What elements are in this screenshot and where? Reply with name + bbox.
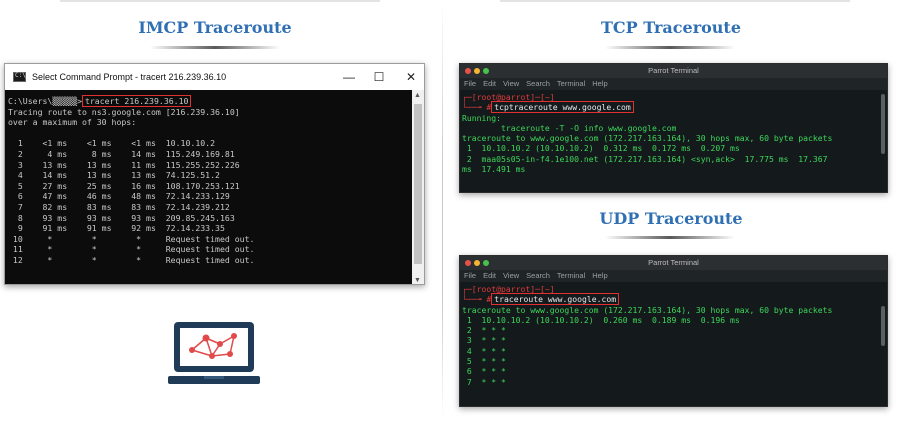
cmd-command-highlight: tracert 216.239.36.10 bbox=[81, 95, 192, 107]
cmd-output-line: 10 * * * Request timed out. bbox=[8, 233, 255, 244]
udp-prompt-arrow: └──╼ # bbox=[462, 294, 492, 305]
menu-view[interactable]: View bbox=[503, 79, 519, 88]
menu-terminal[interactable]: Terminal bbox=[557, 271, 585, 280]
cmd-output-line: 11 * * * Request timed out. bbox=[8, 244, 255, 255]
cmd-output-line: 12 * * * Request timed out. bbox=[8, 254, 255, 265]
cmd-output-line: 1 <1 ms <1 ms <1 ms 10.10.10.2 bbox=[8, 138, 216, 149]
center-divider bbox=[442, 0, 443, 421]
cmd-output-line: 7 82 ms 83 ms 83 ms 72.14.239.212 bbox=[8, 201, 230, 212]
tcp-heading-underline bbox=[605, 46, 735, 49]
tcp-terminal-title: Parrot Terminal bbox=[648, 66, 699, 75]
cmd-prompt: C:\Users\▒▒▒▒▒> bbox=[8, 96, 82, 106]
tcp-terminal-titlebar[interactable]: Parrot Terminal bbox=[460, 64, 887, 78]
cmd-prompt-line: C:\Users\▒▒▒▒▒> tracert 216.239.36.10 bbox=[8, 95, 414, 107]
udp-terminal-title: Parrot Terminal bbox=[648, 258, 699, 267]
cmd-output-line: 4 14 ms 13 ms 13 ms 74.125.51.2 bbox=[8, 170, 220, 181]
udp-terminal-output[interactable]: ┌─[root@parrot]─[~] └──╼ # traceroute www.… bbox=[460, 282, 887, 406]
tcp-command-line: └──╼ # tcptraceroute www.google.com bbox=[462, 101, 887, 114]
tcp-prompt-arrow: └──╼ # bbox=[462, 102, 492, 113]
menu-terminal[interactable]: Terminal bbox=[557, 79, 585, 88]
laptop-network-icon bbox=[168, 320, 260, 392]
udp-command-highlight: traceroute www.google.com bbox=[491, 293, 620, 306]
cmd-output-line bbox=[8, 128, 414, 139]
scrollbar-thumb[interactable] bbox=[414, 104, 422, 264]
tcp-output-line: 1 10.10.10.2 (10.10.10.2) 0.312 ms 0.172… bbox=[462, 143, 740, 154]
udp-output-line: 3 * * * bbox=[462, 335, 506, 346]
udp-heading: UDP Traceroute bbox=[599, 209, 743, 228]
window-minimize-icon[interactable]: — bbox=[339, 68, 359, 86]
tcp-output-lines: Running: traceroute -T -O info www.googl… bbox=[462, 113, 887, 175]
cmd-output[interactable]: C:\Users\▒▒▒▒▒> tracert 216.239.36.10 Trac… bbox=[5, 90, 414, 284]
tcp-command-highlight: tcptraceroute www.google.com bbox=[491, 101, 634, 114]
udp-output-line: 5 * * * bbox=[462, 356, 506, 367]
tcp-parrot-terminal[interactable]: Parrot Terminal File Edit View Search Termin… bbox=[459, 63, 888, 193]
menu-edit[interactable]: Edit bbox=[483, 79, 496, 88]
menu-search[interactable]: Search bbox=[526, 271, 550, 280]
cmd-output-lines: Tracing route to ns3.google.com [216.239… bbox=[8, 107, 414, 266]
udp-output-line: 6 * * * bbox=[462, 366, 506, 377]
window-close-icon[interactable]: ✕ bbox=[401, 68, 421, 86]
cmd-output-line: 3 13 ms 13 ms 11 ms 115.255.252.226 bbox=[8, 159, 240, 170]
tcp-heading: TCP Traceroute bbox=[600, 18, 741, 37]
window-maximize-icon[interactable]: ☐ bbox=[369, 68, 389, 86]
cmd-output-line: over a maximum of 30 hops: bbox=[8, 117, 137, 128]
udp-terminal-scrollbar[interactable] bbox=[881, 306, 885, 346]
menu-edit[interactable]: Edit bbox=[483, 271, 496, 280]
cmd-titlebar[interactable]: C:\ Select Command Prompt - tracert 216.… bbox=[5, 64, 424, 90]
cmd-window-title: Select Command Prompt - tracert 216.239.… bbox=[32, 72, 227, 82]
udp-terminal-menubar: File Edit View Search Terminal Help bbox=[460, 270, 887, 282]
udp-parrot-terminal[interactable]: Parrot Terminal File Edit View Search Termin… bbox=[459, 255, 888, 407]
menu-view[interactable]: View bbox=[503, 271, 519, 280]
command-prompt-window[interactable]: C:\ Select Command Prompt - tracert 216.… bbox=[4, 63, 425, 285]
udp-output-line: 7 * * * bbox=[462, 376, 506, 387]
udp-command-line: └──╼ # traceroute www.google.com bbox=[462, 293, 887, 306]
top-rule-right bbox=[500, 0, 850, 2]
tcp-output-line: Running: bbox=[462, 112, 501, 123]
menu-file[interactable]: File bbox=[464, 271, 476, 280]
tcp-output-line: 2 maa05s05-in-f4.1e100.net (172.217.163.… bbox=[462, 153, 828, 164]
tcp-terminal-menubar: File Edit View Search Terminal Help bbox=[460, 78, 887, 90]
icmp-heading: IMCP Traceroute bbox=[138, 18, 292, 37]
udp-heading-underline bbox=[605, 236, 735, 239]
scroll-down-arrow-icon[interactable]: ▼ bbox=[414, 277, 421, 284]
cmd-output-line: Tracing route to ns3.google.com [216.239… bbox=[8, 106, 240, 117]
tcp-output-line: traceroute -T -O info www.google.com bbox=[462, 122, 677, 133]
top-rule-left bbox=[60, 0, 380, 2]
udp-terminal-titlebar[interactable]: Parrot Terminal bbox=[460, 256, 887, 270]
tcp-output-line: ms 17.491 ms bbox=[462, 164, 526, 175]
menu-help[interactable]: Help bbox=[592, 271, 607, 280]
menu-help[interactable]: Help bbox=[592, 79, 607, 88]
cmd-output-line: 6 47 ms 46 ms 48 ms 72.14.233.129 bbox=[8, 191, 230, 202]
udp-output-lines: traceroute to www.google.com (172.217.16… bbox=[462, 305, 887, 387]
cmd-app-icon: C:\ bbox=[13, 72, 26, 82]
udp-output-line: 2 * * * bbox=[462, 325, 506, 336]
cmd-scrollbar[interactable]: ▲ ▼ bbox=[412, 90, 424, 284]
cmd-output-line: 2 4 ms 8 ms 14 ms 115.249.169.81 bbox=[8, 148, 235, 159]
udp-output-line: 4 * * * bbox=[462, 345, 506, 356]
icmp-heading-underline bbox=[150, 46, 280, 49]
tcp-output-line: traceroute to www.google.com (172.217.16… bbox=[462, 133, 833, 144]
menu-search[interactable]: Search bbox=[526, 79, 550, 88]
menu-file[interactable]: File bbox=[464, 79, 476, 88]
udp-output-line: traceroute to www.google.com (172.217.16… bbox=[462, 304, 833, 315]
cmd-output-line: 8 93 ms 93 ms 93 ms 209.85.245.163 bbox=[8, 212, 235, 223]
scroll-up-arrow-icon[interactable]: ▲ bbox=[414, 92, 421, 99]
tcp-terminal-output[interactable]: ┌─[root@parrot]─[~] └──╼ # tcptraceroute w… bbox=[460, 90, 887, 192]
udp-output-line: 1 10.10.10.2 (10.10.10.2) 0.260 ms 0.189… bbox=[462, 314, 740, 325]
cmd-output-line: 5 27 ms 25 ms 16 ms 108.170.253.121 bbox=[8, 180, 240, 191]
tcp-terminal-scrollbar[interactable] bbox=[881, 94, 885, 154]
cmd-output-line: 9 91 ms 91 ms 92 ms 72.14.233.35 bbox=[8, 223, 225, 234]
